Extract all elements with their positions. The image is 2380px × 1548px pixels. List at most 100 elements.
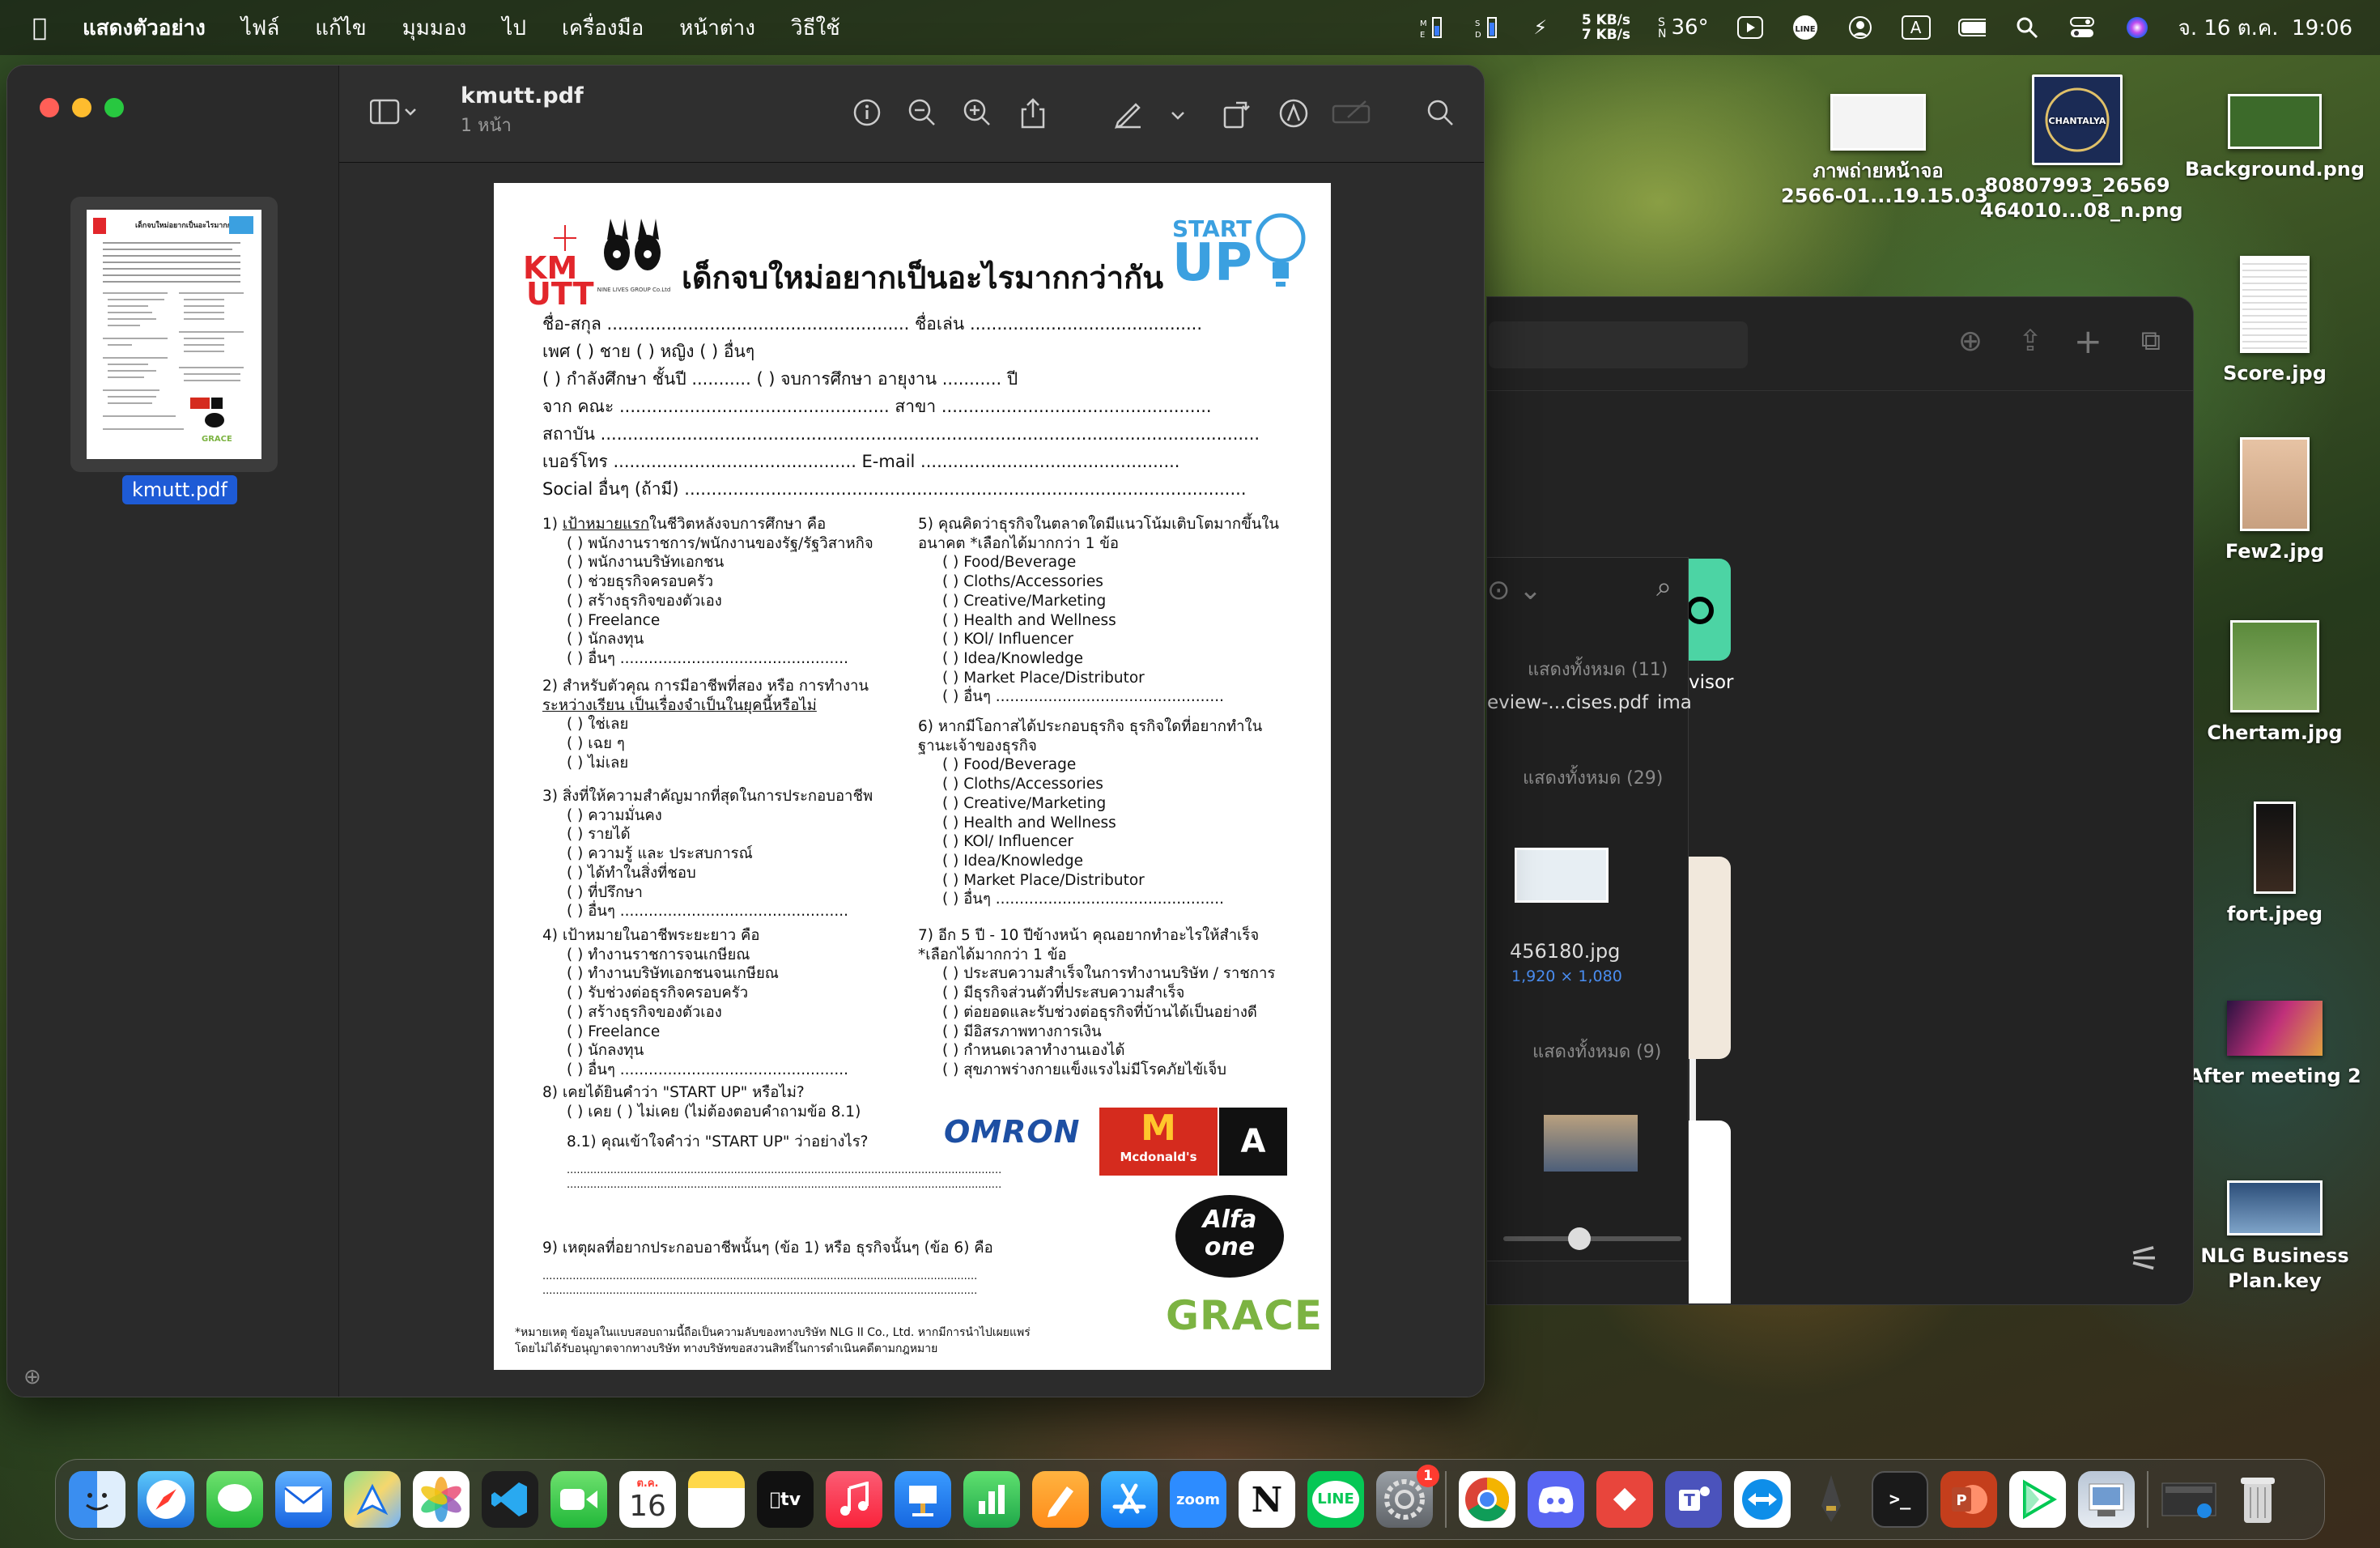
share-icon[interactable]: ⇪ <box>2018 325 2042 358</box>
field-faculty[interactable]: จาก คณะ ................................… <box>542 393 1212 420</box>
maps-icon[interactable] <box>344 1471 401 1528</box>
pdf-page[interactable]: KM UTT NINE LIVES GROUP Co.Ltd เด็กจบใหม… <box>494 183 1331 1370</box>
q2-option[interactable]: ( ) เฉย ๆ <box>542 734 869 754</box>
control-center-icon[interactable] <box>2068 14 2096 41</box>
numbers-icon[interactable] <box>963 1471 1020 1528</box>
discord-icon[interactable] <box>1528 1471 1584 1528</box>
new-tab-icon[interactable]: + <box>2074 321 2102 361</box>
pen-tool-icon[interactable] <box>1803 1471 1859 1528</box>
q4-option[interactable]: ( ) ทำงานบริษัทเอกชนจนเกษียณ <box>542 964 848 984</box>
download-icon[interactable]: ⊕ <box>1958 325 1983 358</box>
q5-option[interactable]: ( ) Idea/Knowledge <box>918 649 1279 669</box>
size-slider[interactable] <box>1503 1227 1681 1250</box>
file-ima[interactable]: ima <box>1657 692 1692 713</box>
q3-option[interactable]: ( ) อื่นๆ ..............................… <box>542 902 873 921</box>
q2-option[interactable]: ( ) ใช่เลย <box>542 715 869 734</box>
q5-option[interactable]: ( ) Market Place/Distributor <box>918 669 1279 688</box>
play-icon[interactable] <box>1736 14 1764 41</box>
preview-app-icon[interactable] <box>2078 1471 2135 1528</box>
desktop-icon-few2[interactable]: Few2.jpg <box>2178 437 2372 564</box>
music-icon[interactable] <box>826 1471 882 1528</box>
menu-edit[interactable]: แก้ไข <box>315 11 366 45</box>
q6-option[interactable]: ( ) KOl/ Influencer <box>918 832 1262 852</box>
q9-answer-line[interactable]: ........................................… <box>542 1284 993 1299</box>
sidebar-toggle-icon[interactable] <box>369 98 419 133</box>
teams-icon[interactable]: T <box>1665 1471 1722 1528</box>
q1-option[interactable]: ( ) นักลงทุน <box>542 630 873 649</box>
disk-gauge-icon[interactable]: SD <box>1472 14 1499 41</box>
app-store-icon[interactable] <box>1101 1471 1158 1528</box>
field-study-status[interactable]: ( ) กำลังศึกษา ชั้นปี ........... ( ) จบ… <box>542 366 1018 393</box>
q5-option[interactable]: ( ) Cloths/Accessories <box>918 572 1279 592</box>
markup-pen-icon[interactable] <box>1113 98 1144 136</box>
q4-option[interactable]: ( ) อื่นๆ ..............................… <box>542 1061 848 1080</box>
q5-option[interactable]: ( ) Creative/Marketing <box>918 592 1279 611</box>
google-play-icon[interactable] <box>2009 1471 2066 1528</box>
panel-search-icon[interactable]: ⌕ <box>1656 571 1672 603</box>
q8-answer-line[interactable]: ........................................… <box>542 1178 1001 1193</box>
vscode-icon[interactable] <box>482 1471 538 1528</box>
finder-icon[interactable] <box>69 1471 125 1528</box>
q6-option[interactable]: ( ) Market Place/Distributor <box>918 871 1262 891</box>
desktop-icon-fort[interactable]: fort.jpeg <box>2178 802 2372 927</box>
q7-option[interactable]: ( ) มีธุรกิจส่วนตัวที่ประสบความสำเร็จ <box>918 984 1275 1003</box>
annotate-icon[interactable] <box>1278 98 1309 136</box>
facetime-icon[interactable] <box>550 1471 607 1528</box>
markup-chevron-icon[interactable] <box>1170 98 1186 130</box>
q1-option[interactable]: ( ) พนักงานราชการ/พนักงานของรัฐ/รัฐวิสาห… <box>542 534 873 554</box>
q4-option[interactable]: ( ) ทำงานราชการจนเกษียณ <box>542 946 848 965</box>
trash-icon[interactable] <box>2229 1471 2286 1528</box>
q1-option[interactable]: ( ) ช่วยธุรกิจครอบครัว <box>542 572 873 592</box>
keynote-icon[interactable] <box>895 1471 951 1528</box>
zoom-out-icon[interactable] <box>907 98 937 134</box>
add-page-icon[interactable]: ⊕ <box>23 1365 41 1389</box>
finder-preview-panel[interactable]: ⊙ ⌄ ⌕ แสดงทั้งหมด (11) eview-...cises.pd… <box>1486 557 1692 1261</box>
q7-option[interactable]: ( ) กำหนดเวลาทำงานเองได้ <box>918 1041 1275 1061</box>
user-account-icon[interactable] <box>1847 14 1874 41</box>
terminal-icon[interactable]: >_ <box>1872 1471 1928 1528</box>
file-review-pdf[interactable]: eview-...cises.pdf <box>1487 692 1648 713</box>
q6-option[interactable]: ( ) Creative/Marketing <box>918 794 1262 814</box>
q4-option[interactable]: ( ) นักลงทุน <box>542 1041 848 1061</box>
q6-option[interactable]: ( ) Cloths/Accessories <box>918 775 1262 794</box>
search-icon[interactable] <box>1426 98 1455 134</box>
field-social[interactable]: Social อื่นๆ (ถ้ามี) ...................… <box>542 476 1247 503</box>
menu-help[interactable]: วิธีใช้ <box>791 11 840 45</box>
q3-option[interactable]: ( ) ความรู้ และ ประสบการณ์ <box>542 844 873 864</box>
desktop-icon-screenshot[interactable]: ภาพถ่ายหน้าจอ 2566-01...19.15.03 <box>1781 89 1988 209</box>
q4-option[interactable]: ( ) สร้างธุรกิจของตัวเอง <box>542 1003 848 1023</box>
q1-option[interactable]: ( ) อื่นๆ ..............................… <box>542 649 873 669</box>
q3-option[interactable]: ( ) ได้ทำในสิ่งที่ชอบ <box>542 864 873 883</box>
apple-tv-icon[interactable]: tv <box>757 1471 814 1528</box>
input-source-icon[interactable]: A <box>1901 15 1931 40</box>
memory-gauge-icon[interactable]: ME <box>1417 14 1444 41</box>
chrome-icon[interactable] <box>1459 1471 1515 1528</box>
zoom-icon[interactable]: zoom <box>1170 1471 1226 1528</box>
notes-icon[interactable] <box>688 1471 745 1528</box>
q6-option[interactable]: ( ) Idea/Knowledge <box>918 852 1262 871</box>
q7-option[interactable]: ( ) ประสบความสำเร็จในการทำงานบริษัท / รา… <box>918 964 1275 984</box>
q9-answer-line[interactable]: ........................................… <box>542 1269 993 1284</box>
apple-menu-icon[interactable]:  <box>32 14 47 42</box>
field-phone-email[interactable]: เบอร์โทร ...............................… <box>542 449 1179 475</box>
rotate-icon[interactable] <box>1222 98 1251 136</box>
q5-option[interactable]: ( ) อื่นๆ ..............................… <box>918 687 1279 707</box>
q3-option[interactable]: ( ) รายได้ <box>542 825 873 844</box>
network-speed[interactable]: 5 KB/s 7 KB/s <box>1582 13 1630 42</box>
anydesk-icon[interactable] <box>1596 1471 1653 1528</box>
q1-option[interactable]: ( ) Freelance <box>542 611 873 631</box>
info-icon[interactable] <box>852 98 882 134</box>
line-icon[interactable]: LINE <box>1307 1471 1364 1528</box>
photos-icon[interactable] <box>413 1471 470 1528</box>
system-settings-icon[interactable]: 1 <box>1376 1465 1439 1528</box>
desktop-icon-nlg-key[interactable]: NLG Business Plan.key <box>2178 1180 2372 1294</box>
q3-option[interactable]: ( ) ที่ปรึกษา <box>542 883 873 903</box>
spotlight-search-icon[interactable] <box>2013 14 2041 41</box>
more-options-icon[interactable]: ⊙ ⌄ <box>1487 574 1542 606</box>
notion-icon[interactable]: N <box>1239 1471 1295 1528</box>
app-menu[interactable]: แสดงตัวอย่าง <box>83 11 206 45</box>
show-all-9[interactable]: แสดงทั้งหมด (9) <box>1532 1037 1661 1065</box>
image-thumbnail-2[interactable] <box>1544 1115 1638 1172</box>
recent-window-icon[interactable] <box>2161 1471 2217 1528</box>
zoom-in-icon[interactable] <box>963 98 992 134</box>
